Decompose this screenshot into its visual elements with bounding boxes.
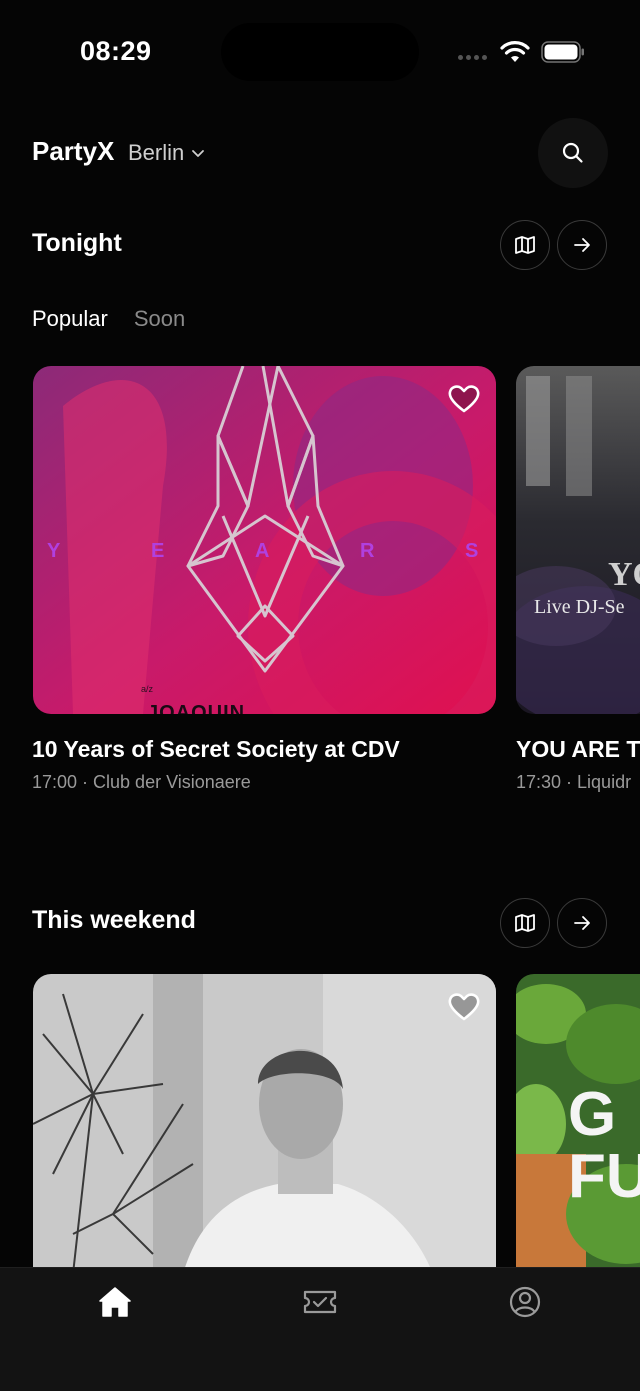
tonight-see-all-button[interactable] xyxy=(557,220,607,270)
poster-letter: G xyxy=(568,1080,617,1149)
poster-letters: YO xyxy=(608,556,640,593)
app-title: PartyX xyxy=(32,136,115,166)
poster-letter: FU xyxy=(568,1142,640,1211)
event-card-image[interactable]: Y E A R S a/z JOAQUIN xyxy=(33,366,496,714)
city-selector[interactable]: Berlin xyxy=(128,140,206,166)
tab-tickets[interactable] xyxy=(300,1282,340,1322)
tab-profile[interactable] xyxy=(505,1282,545,1322)
battery-icon xyxy=(541,41,584,63)
tonight-map-button[interactable] xyxy=(500,220,550,270)
poster-letter: S xyxy=(465,540,479,562)
poster-letter: R xyxy=(360,540,375,562)
profile-icon xyxy=(509,1286,541,1318)
dynamic-island xyxy=(221,23,419,81)
tab-bar xyxy=(0,1267,640,1391)
status-time: 08:29 xyxy=(80,36,152,66)
heart-icon[interactable] xyxy=(447,382,481,416)
section-title-tonight: Tonight xyxy=(32,229,122,257)
tab-soon[interactable]: Soon xyxy=(134,306,185,332)
event-card-image[interactable]: Live DJ-Se YO xyxy=(516,366,640,714)
search-icon xyxy=(562,142,583,163)
heart-icon[interactable] xyxy=(447,990,481,1024)
weekend-see-all-button[interactable] xyxy=(557,898,607,948)
poster-letters: G FU xyxy=(568,1084,640,1208)
wifi-icon xyxy=(500,41,530,62)
event-card-image[interactable] xyxy=(33,974,496,1274)
event-poster xyxy=(33,974,496,1274)
section-title-this-weekend: This weekend xyxy=(32,906,196,934)
home-icon xyxy=(99,1287,131,1317)
poster-letter: A xyxy=(255,540,270,562)
poster-artist-text: JOAQUIN xyxy=(147,702,246,714)
weekend-map-button[interactable] xyxy=(500,898,550,948)
cellular-icon xyxy=(458,55,487,60)
event-title[interactable]: 10 Years of Secret Society at CDV xyxy=(32,736,400,763)
poster-text: Live DJ-Se xyxy=(534,596,625,618)
app-screen: 08:29 PartyX Berlin Tonight Popular Soon xyxy=(0,0,640,1391)
poster-small-text: a/z xyxy=(141,684,154,694)
event-title[interactable]: YOU ARE T xyxy=(516,736,640,763)
status-bar: 08:29 xyxy=(0,0,640,100)
ticket-icon xyxy=(303,1290,337,1314)
search-button[interactable] xyxy=(538,118,608,188)
city-label: Berlin xyxy=(128,140,185,165)
poster-letters: Y E A R S xyxy=(33,540,496,570)
tab-home[interactable] xyxy=(95,1282,135,1322)
chevron-down-icon xyxy=(192,150,205,157)
map-icon xyxy=(515,914,535,932)
poster-letter: E xyxy=(151,540,165,562)
event-card-image[interactable]: G FU xyxy=(516,974,640,1274)
tab-popular[interactable]: Popular xyxy=(32,306,108,332)
map-icon xyxy=(515,236,535,254)
event-meta: 17:00 · Club der Visionaere xyxy=(32,772,251,792)
arrow-right-icon xyxy=(574,916,590,930)
tonight-tabs: Popular Soon xyxy=(32,306,185,332)
event-meta: 17:30 · Liquidr xyxy=(516,772,632,792)
poster-letter: Y xyxy=(47,540,61,562)
event-poster xyxy=(516,366,640,714)
arrow-right-icon xyxy=(574,238,590,252)
